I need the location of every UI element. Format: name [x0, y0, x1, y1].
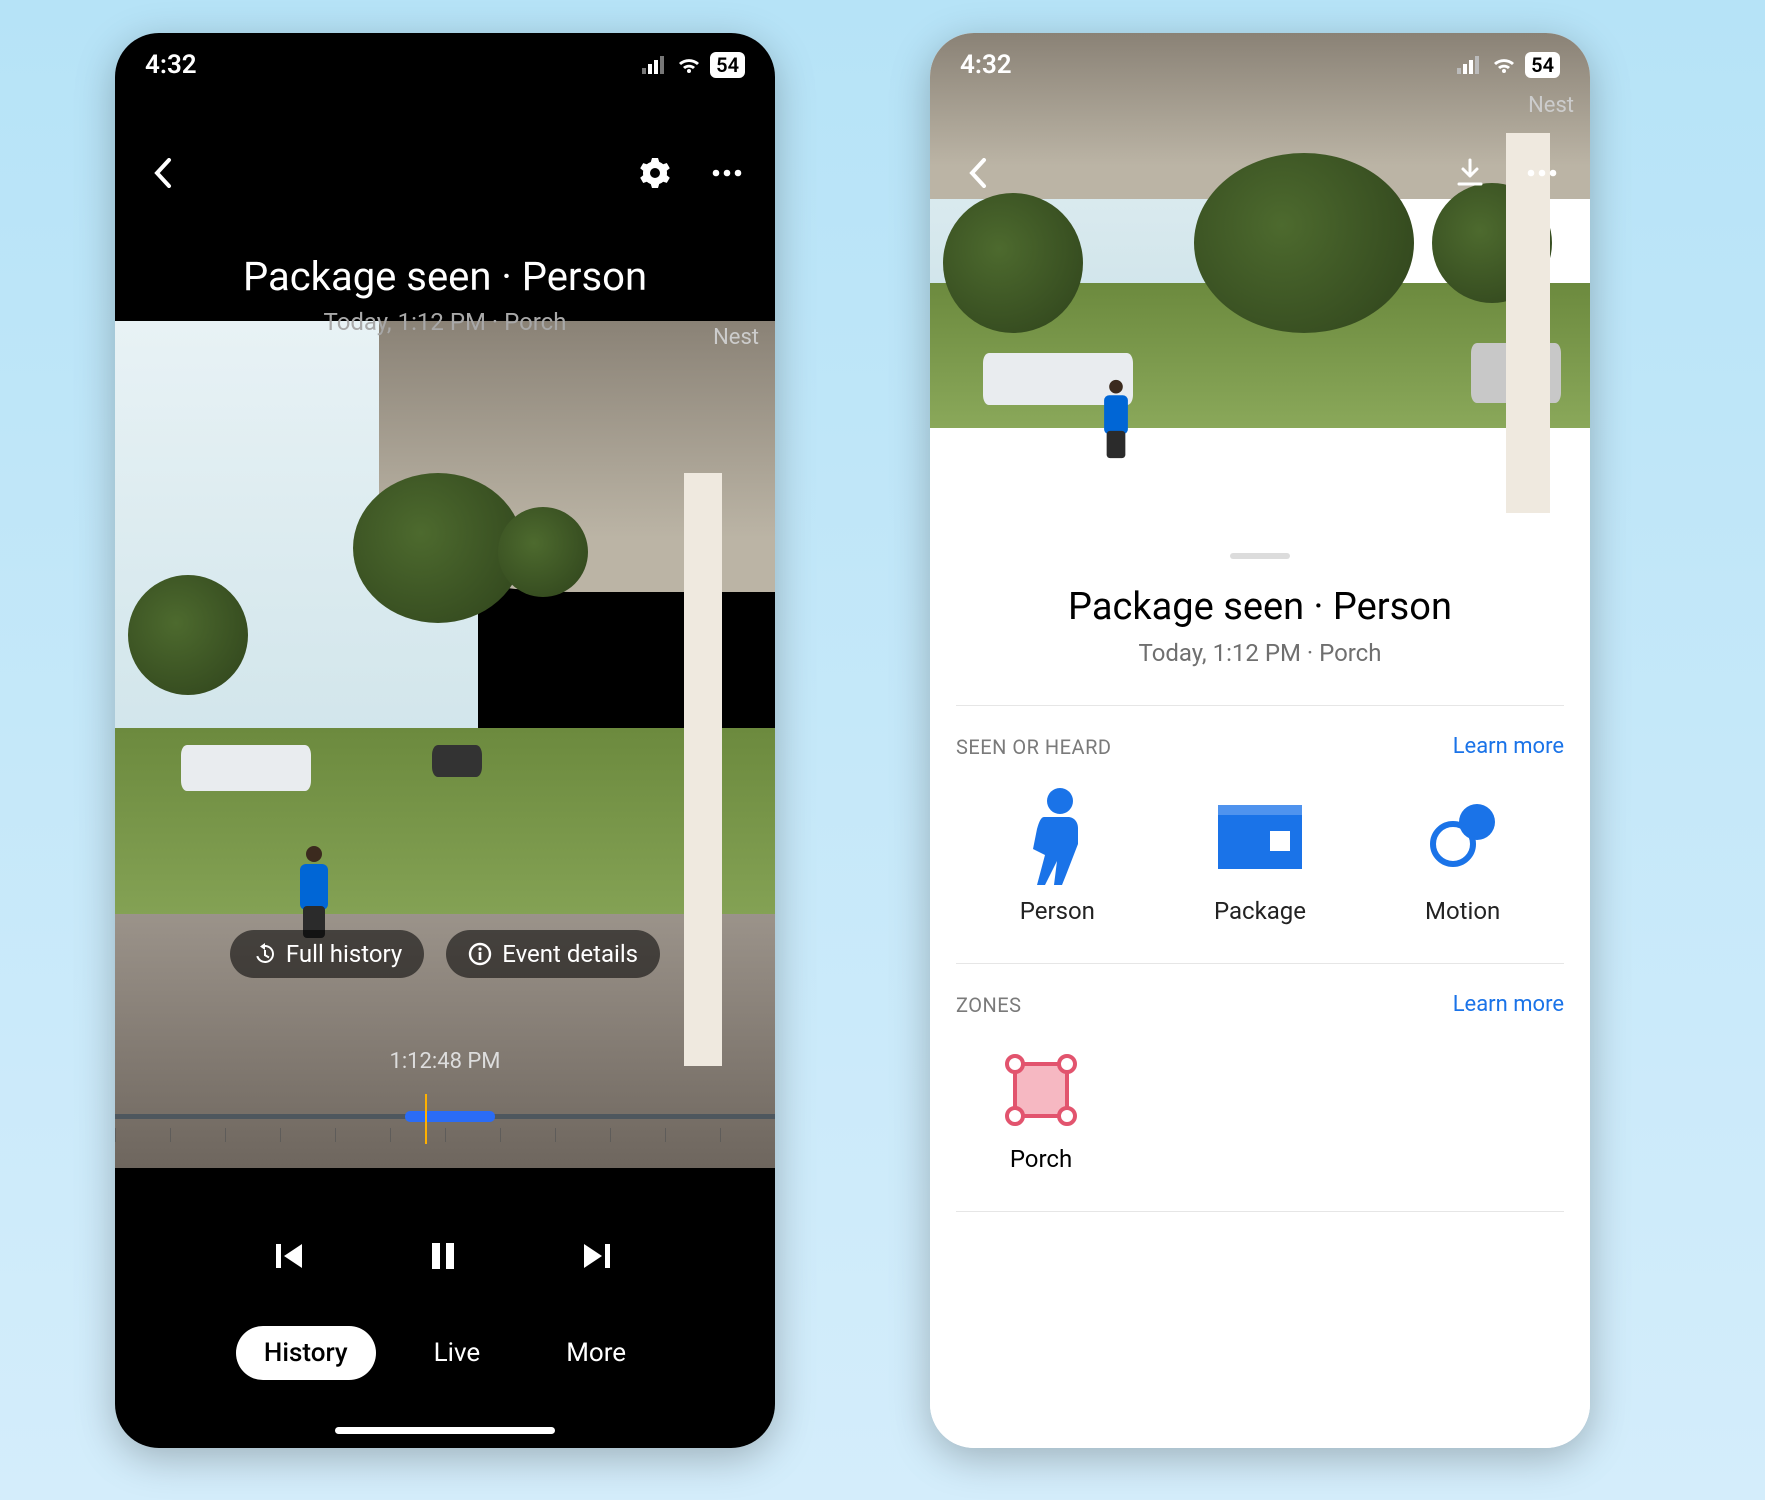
more-button[interactable] — [1524, 155, 1560, 191]
person-icon — [1022, 787, 1092, 887]
camera-feed[interactable]: Nest — [115, 321, 775, 1168]
timeline[interactable]: 1:12:48 PM — [115, 1049, 775, 1148]
scene-illustration — [115, 321, 775, 1168]
zone-porch[interactable]: Porch — [956, 1045, 1126, 1173]
playback-controls — [115, 1238, 775, 1278]
cellular-icon — [1457, 56, 1483, 74]
section-seen-or-heard: SEEN OR HEARD Learn more Person Package — [956, 705, 1564, 925]
back-button[interactable] — [960, 155, 996, 191]
view-tabs: History Live More — [115, 1326, 775, 1380]
tab-more[interactable]: More — [538, 1326, 654, 1380]
more-horizontal-icon — [712, 169, 742, 177]
history-icon — [252, 942, 276, 966]
battery-badge: 54 — [1525, 52, 1560, 78]
home-indicator[interactable] — [335, 1427, 555, 1434]
tile-motion[interactable]: Motion — [1378, 787, 1548, 925]
wifi-icon — [676, 55, 702, 75]
section-zones: ZONES Learn more Porch — [956, 963, 1564, 1173]
wifi-icon — [1491, 55, 1517, 75]
gear-icon — [640, 158, 670, 188]
camera-history-screen: 4:32 54 Package seen · Person Today, 1:1… — [115, 33, 775, 1448]
sheet-grabber[interactable] — [1230, 553, 1290, 559]
learn-more-link[interactable]: Learn more — [1453, 992, 1564, 1017]
pause-icon — [425, 1238, 461, 1274]
section-label: SEEN OR HEARD — [956, 735, 1112, 759]
status-time: 4:32 — [145, 50, 197, 80]
tile-label: Package — [1175, 897, 1345, 925]
skip-next-button[interactable] — [578, 1238, 618, 1278]
status-bar: 4:32 54 — [115, 33, 775, 97]
package-icon — [1218, 805, 1302, 869]
more-horizontal-icon — [1527, 169, 1557, 177]
learn-more-link[interactable]: Learn more — [1453, 734, 1564, 759]
event-title: Package seen · Person — [115, 253, 775, 300]
tile-person[interactable]: Person — [972, 787, 1142, 925]
status-bar: 4:32 54 — [930, 33, 1590, 97]
event-details-pill[interactable]: Event details — [446, 930, 660, 978]
skip-prev-button[interactable] — [272, 1238, 312, 1278]
nav-bar — [930, 143, 1590, 203]
section-details-peek — [956, 1211, 1564, 1240]
skip-next-icon — [578, 1238, 614, 1274]
event-subtitle: Today, 1:12 PM · Porch — [956, 639, 1564, 667]
event-subtitle: Today, 1:12 PM · Porch — [115, 308, 775, 336]
zone-label: Porch — [956, 1145, 1126, 1173]
status-icons: 54 — [642, 52, 745, 78]
status-time: 4:32 — [960, 50, 1012, 80]
tab-history[interactable]: History — [236, 1326, 376, 1380]
skip-prev-icon — [272, 1238, 308, 1274]
motion-icon — [1423, 802, 1503, 872]
details-sheet: Package seen · Person Today, 1:12 PM · P… — [930, 533, 1590, 1448]
full-history-pill[interactable]: Full history — [230, 930, 424, 978]
event-details-label: Event details — [502, 940, 638, 968]
tile-package[interactable]: Package — [1175, 787, 1345, 925]
cellular-icon — [642, 56, 668, 74]
event-header: Package seen · Person Today, 1:12 PM · P… — [115, 253, 775, 336]
timeline-cursor[interactable] — [425, 1094, 427, 1144]
event-clip[interactable]: Nest — [930, 33, 1590, 553]
download-button[interactable] — [1452, 155, 1488, 191]
zone-icon — [1001, 1050, 1081, 1130]
timeline-timestamp: 1:12:48 PM — [115, 1049, 775, 1074]
tile-label: Person — [972, 897, 1142, 925]
info-icon — [468, 942, 492, 966]
chevron-left-icon — [967, 158, 989, 188]
download-icon — [1456, 158, 1484, 188]
tile-label: Motion — [1378, 897, 1548, 925]
settings-button[interactable] — [637, 155, 673, 191]
more-button[interactable] — [709, 155, 745, 191]
event-title: Package seen · Person — [956, 585, 1564, 629]
pause-button[interactable] — [425, 1238, 465, 1278]
section-label: ZONES — [956, 993, 1022, 1017]
chevron-left-icon — [152, 158, 174, 188]
back-button[interactable] — [145, 155, 181, 191]
overlay-actions: Full history Event details — [115, 930, 775, 978]
battery-badge: 54 — [710, 52, 745, 78]
tab-live[interactable]: Live — [406, 1326, 509, 1380]
full-history-label: Full history — [286, 940, 402, 968]
nav-bar — [115, 143, 775, 203]
event-details-screen: Nest 4:32 54 Package seen · Person Today… — [930, 33, 1590, 1448]
status-icons: 54 — [1457, 52, 1560, 78]
scene-illustration — [930, 33, 1590, 553]
